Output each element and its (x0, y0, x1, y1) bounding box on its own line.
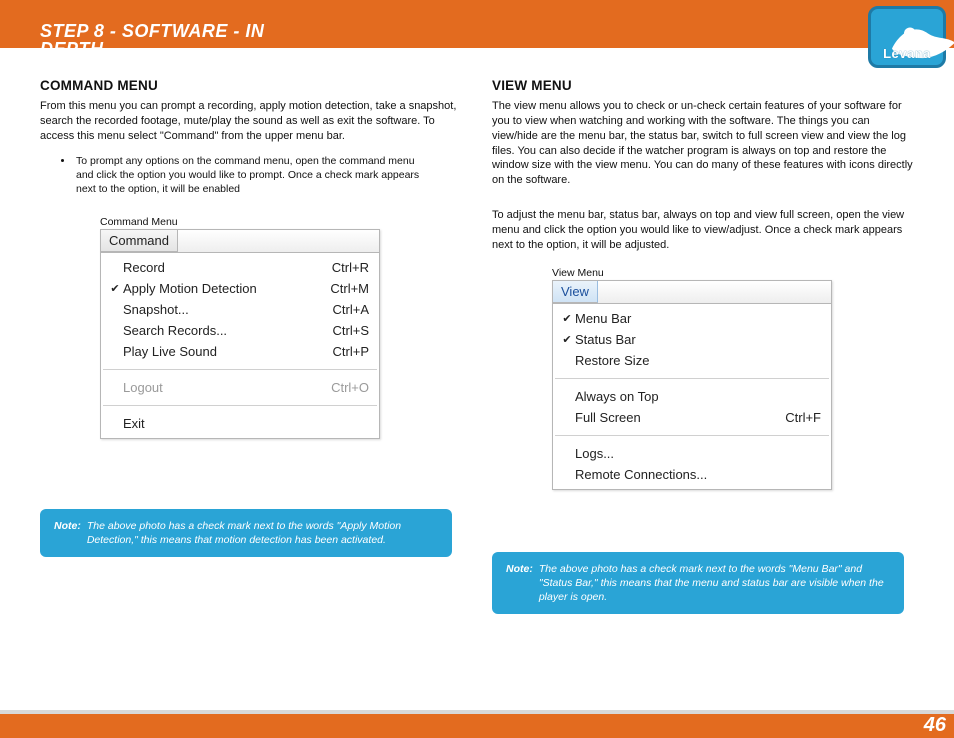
command-menu-caption: Command Menu (100, 216, 462, 228)
column-command: COMMAND MENU From this menu you can prom… (40, 78, 462, 614)
menu-separator (103, 369, 377, 370)
footer-bar: 46 (0, 710, 954, 738)
menu-item-label: Search Records... (123, 323, 333, 338)
view-paragraph: The view menu allows you to check or un-… (492, 99, 914, 188)
menu-item-label: Restore Size (575, 353, 821, 368)
menu-item-shortcut: Ctrl+P (333, 344, 369, 359)
command-paragraph: From this menu you can prompt a recordin… (40, 99, 462, 144)
menu-item[interactable]: Remote Connections... (553, 464, 831, 485)
check-icon: ✔ (559, 333, 575, 346)
menu-separator (103, 405, 377, 406)
menu-item[interactable]: ✔Menu Bar (553, 308, 831, 329)
menu-item-label: Snapshot... (123, 302, 333, 317)
menu-separator (555, 378, 829, 379)
menu-item[interactable]: Full ScreenCtrl+F (553, 407, 831, 428)
view-menu-group-1: ✔Menu Bar✔Status BarRestore Size (553, 304, 831, 375)
menu-item-label: Record (123, 260, 332, 275)
menu-item[interactable]: Play Live SoundCtrl+P (101, 341, 379, 362)
command-bullet: To prompt any options on the command men… (74, 154, 462, 197)
menu-item-shortcut: Ctrl+S (333, 323, 369, 338)
menu-item[interactable]: Always on Top (553, 386, 831, 407)
menu-item-label: Play Live Sound (123, 344, 333, 359)
view-menu-caption: View Menu (552, 267, 914, 279)
menu-item[interactable]: Snapshot...Ctrl+A (101, 299, 379, 320)
menu-item[interactable]: Logs... (553, 443, 831, 464)
note-text: The above photo has a check mark next to… (87, 519, 438, 547)
menu-item-label: Remote Connections... (575, 467, 821, 482)
command-heading: COMMAND MENU (40, 78, 462, 93)
view-menu-figure: View Menu View ✔Menu Bar✔Status BarResto… (552, 267, 914, 490)
command-menu-group-1: RecordCtrl+R✔Apply Motion DetectionCtrl+… (101, 253, 379, 366)
menu-item-shortcut: Ctrl+R (332, 260, 369, 275)
view-heading: VIEW MENU (492, 78, 914, 93)
command-bullets: To prompt any options on the command men… (74, 154, 462, 197)
menu-item-shortcut: Ctrl+F (785, 410, 821, 425)
view-menu-group-3: Logs... Remote Connections... (553, 439, 831, 489)
menu-item-label: Always on Top (575, 389, 821, 404)
menu-item[interactable]: RecordCtrl+R (101, 257, 379, 278)
menu-item-shortcut: Ctrl+O (331, 380, 369, 395)
menu-item-shortcut: Ctrl+A (333, 302, 369, 317)
view-paragraph-2: To adjust the menu bar, status bar, alwa… (492, 208, 914, 253)
page-title: STEP 8 - SOFTWARE - IN DEPTH (40, 0, 300, 64)
menu-item-label: Exit (123, 416, 369, 431)
menu-item-label: Logout (123, 380, 331, 395)
view-menu-group-2: Always on Top Full ScreenCtrl+F (553, 382, 831, 432)
header-bar: STEP 8 - SOFTWARE - IN DEPTH Levana (0, 0, 954, 48)
check-icon: ✔ (107, 282, 123, 295)
check-icon: ✔ (559, 312, 575, 325)
menu-item[interactable]: ✔Apply Motion DetectionCtrl+M (101, 278, 379, 299)
menu-item-label: Apply Motion Detection (123, 281, 330, 296)
view-menu: View ✔Menu Bar✔Status BarRestore Size Al… (552, 280, 832, 490)
command-menu-group-2: LogoutCtrl+O (101, 373, 379, 402)
command-note: Note: The above photo has a check mark n… (40, 509, 452, 557)
menu-item-label: Menu Bar (575, 311, 821, 326)
menu-header-view[interactable]: View (553, 281, 598, 303)
column-view: VIEW MENU The view menu allows you to ch… (492, 78, 914, 614)
brand-name: Levana (871, 46, 943, 61)
note-text: The above photo has a check mark next to… (539, 562, 890, 605)
page-number: 46 (924, 714, 946, 737)
content: COMMAND MENU From this menu you can prom… (0, 48, 954, 614)
menu-item[interactable]: Search Records...Ctrl+S (101, 320, 379, 341)
command-menu: Command RecordCtrl+R✔Apply Motion Detect… (100, 229, 380, 439)
menu-item[interactable]: Exit (101, 413, 379, 434)
brand-logo: Levana (868, 6, 946, 68)
menu-item-label: Status Bar (575, 332, 821, 347)
menu-item[interactable]: Restore Size (553, 350, 831, 371)
menu-item-label: Full Screen (575, 410, 785, 425)
menu-item-label: Logs... (575, 446, 821, 461)
menu-item[interactable]: ✔Status Bar (553, 329, 831, 350)
command-menu-group-3: Exit (101, 409, 379, 438)
menu-header-command[interactable]: Command (101, 230, 178, 252)
menu-item-shortcut: Ctrl+M (330, 281, 369, 296)
note-label: Note: (506, 562, 533, 605)
view-note: Note: The above photo has a check mark n… (492, 552, 904, 615)
menu-item: LogoutCtrl+O (101, 377, 379, 398)
command-menu-figure: Command Menu Command RecordCtrl+R✔Apply … (100, 216, 462, 439)
menu-separator (555, 435, 829, 436)
note-label: Note: (54, 519, 81, 547)
